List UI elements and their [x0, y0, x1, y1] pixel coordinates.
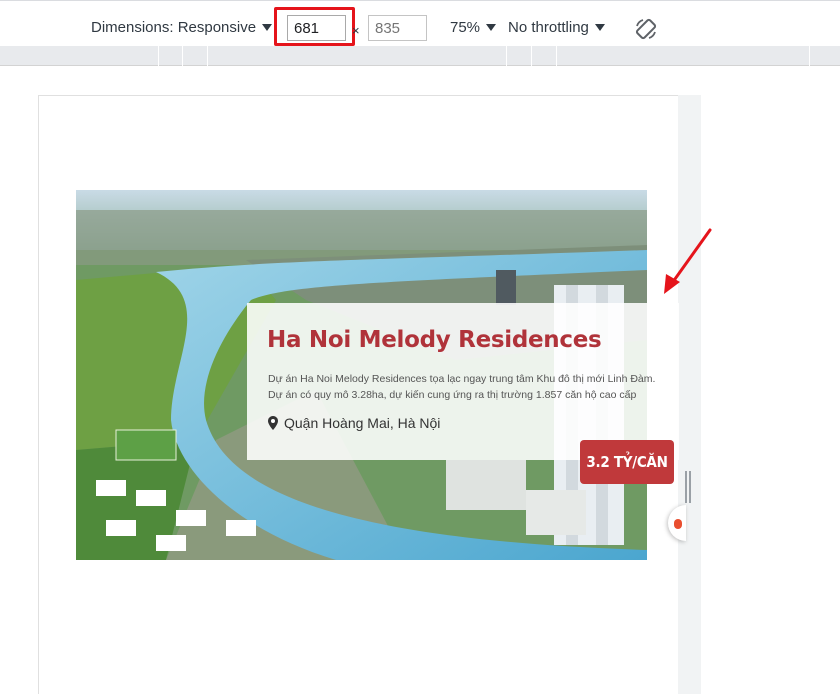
dimensions-label: Dimensions: Responsive — [91, 19, 257, 36]
ruler-segment[interactable] — [506, 46, 507, 66]
zoom-label: 75% — [450, 19, 481, 36]
device-resize-handle[interactable] — [685, 471, 691, 503]
throttling-dropdown[interactable]: No throttling — [508, 19, 605, 36]
caret-down-icon — [594, 24, 605, 31]
ruler-segment[interactable] — [207, 46, 208, 66]
location-text: Quận Hoàng Mai, Hà Nội — [284, 415, 441, 431]
ruler-segment[interactable] — [158, 46, 159, 66]
project-description: Dự án Ha Noi Melody Residences tọa lạc n… — [268, 371, 655, 403]
dimensions-dropdown[interactable]: Dimensions: Responsive — [91, 19, 273, 36]
ruler-segment[interactable] — [531, 46, 532, 66]
project-info-card: Ha Noi Melody Residences Dự án Ha Noi Me… — [247, 303, 679, 460]
annotation-arrow-icon — [664, 228, 712, 294]
ruler-segment[interactable] — [182, 46, 183, 66]
caret-down-icon — [262, 24, 273, 31]
media-query-ruler[interactable] — [0, 46, 840, 66]
price-badge: 3.2 TỶ/CĂN — [580, 440, 674, 484]
map-pin-icon — [268, 416, 278, 430]
device-toolbar: Dimensions: Responsive × 75% No throttli… — [0, 0, 840, 46]
rotate-icon[interactable] — [634, 17, 658, 41]
device-scroll-gutter — [678, 95, 701, 694]
description-line-2: Dự án có quy mô 3.28ha, dự kiến cung ứng… — [268, 389, 637, 401]
caret-down-icon — [486, 24, 497, 31]
width-input[interactable] — [287, 15, 346, 41]
chat-icon — [674, 519, 682, 529]
times-symbol: × — [352, 23, 360, 38]
throttling-label: No throttling — [508, 19, 589, 36]
zoom-dropdown[interactable]: 75% — [450, 19, 497, 36]
project-title: Ha Noi Melody Residences — [267, 327, 602, 353]
project-location: Quận Hoàng Mai, Hà Nội — [268, 415, 440, 431]
height-input[interactable] — [368, 15, 427, 41]
description-line-1: Dự án Ha Noi Melody Residences tọa lạc n… — [268, 373, 656, 385]
ruler-segment[interactable] — [556, 46, 557, 66]
ruler-segment[interactable] — [809, 46, 810, 66]
